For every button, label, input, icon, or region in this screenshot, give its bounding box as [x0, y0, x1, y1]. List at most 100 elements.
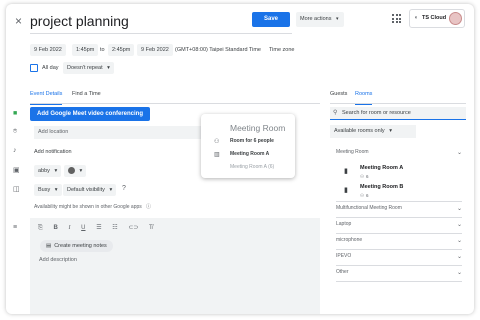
bell-icon: ♪	[13, 147, 17, 154]
room-item[interactable]: ▮ Meeting Room A ⚇ 6	[336, 164, 462, 182]
bulleted-list-icon[interactable]: ☷	[112, 225, 117, 231]
start-date-field[interactable]: 9 Feb 2022	[30, 44, 66, 56]
save-button[interactable]: Save	[252, 12, 290, 27]
help-icon[interactable]: ?	[122, 185, 126, 192]
room-category[interactable]: Multifunctional Meeting Room ⌄	[336, 205, 462, 212]
description-editor[interactable]: ⎘ B I U ☰ ☷ ⊂⊃ T̸ ▤ Create meeting notes …	[30, 218, 320, 314]
building-icon: ▮	[344, 168, 348, 175]
event-editor-window: × project planning Save More actions ▾ ◖…	[6, 4, 474, 314]
room-category[interactable]: Other ⌄	[336, 269, 462, 276]
tooltip-room-detail: Meeting Room A (6)	[230, 164, 275, 170]
chevron-down-icon: ▾	[54, 187, 58, 193]
room-category-label: Other	[336, 269, 349, 275]
timezone-label: (GMT+08:00) Taipei Standard Time	[175, 47, 261, 53]
end-time-field[interactable]: 2:45pm	[108, 44, 135, 56]
google-meet-icon: ■	[13, 110, 18, 117]
tooltip-room-name: Meeting Room A	[230, 151, 270, 157]
chevron-down-icon: ▾	[54, 168, 58, 174]
rooms-filter-value: Available rooms only	[334, 128, 385, 134]
people-icon: ⚇	[360, 193, 365, 198]
repeat-dropdown[interactable]: Doesn't repeat ▾	[63, 62, 114, 74]
room-group-meeting-room[interactable]: Meeting Room ⌄	[336, 149, 462, 156]
rooms-divider	[336, 217, 462, 218]
ts-logo-icon: ◖	[414, 15, 418, 21]
repeat-value: Doesn't repeat	[67, 65, 103, 71]
room-category-label: Multifunctional Meeting Room	[336, 205, 402, 211]
help-icon[interactable]: ⓘ	[146, 203, 151, 210]
room-category-label: IPEVO	[336, 253, 352, 259]
room-group-label: Meeting Room	[336, 149, 369, 155]
room-category[interactable]: Laptop ⌄	[336, 221, 462, 228]
chevron-down-icon: ⌄	[456, 270, 462, 276]
description-placeholder: Add description	[39, 257, 77, 263]
room-name: Meeting Room B	[360, 184, 404, 190]
availability-value: Busy	[38, 187, 51, 193]
tabs-divider	[30, 103, 320, 104]
people-icon: ⚇	[360, 174, 365, 179]
formatting-toolbar: ⎘ B I U ☰ ☷ ⊂⊃ T̸	[38, 224, 153, 232]
people-icon: ⚇	[214, 139, 220, 145]
bold-icon[interactable]: B	[53, 225, 57, 231]
chevron-down-icon: ⌄	[456, 206, 462, 212]
chevron-down-icon: ⌄	[456, 254, 462, 260]
underline-icon[interactable]: U	[81, 225, 85, 231]
account-chip[interactable]: ◖ TS Cloud	[409, 9, 465, 28]
more-actions-button[interactable]: More actions ▾	[296, 12, 344, 27]
search-icon: ⚲	[333, 110, 338, 116]
apps-grid-icon[interactable]	[392, 14, 401, 23]
calendar-color-dropdown[interactable]: ▾	[64, 165, 87, 177]
room-category[interactable]: microphone ⌄	[336, 237, 462, 244]
rooms-divider	[336, 249, 462, 250]
room-info-tooltip: Meeting Room ⚇ Room for 6 people ▥ Meeti…	[201, 114, 295, 178]
italic-icon[interactable]: I	[69, 225, 71, 231]
numbered-list-icon[interactable]: ☰	[96, 225, 101, 231]
room-capacity: 6	[366, 193, 369, 198]
room-name: Meeting Room A	[360, 165, 404, 171]
room-category-label: microphone	[336, 237, 363, 243]
create-meeting-notes-button[interactable]: ▤ Create meeting notes	[40, 240, 113, 252]
visibility-value: Default visibility	[67, 187, 105, 193]
create-meeting-notes-label: Create meeting notes	[54, 243, 107, 249]
remove-formatting-icon[interactable]: T̸	[149, 225, 153, 231]
add-notification-link[interactable]: Add notification	[34, 146, 72, 158]
all-day-label: All day	[42, 65, 59, 71]
chevron-down-icon: ⌄	[456, 238, 462, 244]
room-item[interactable]: ▮ Meeting Room B ⚇ 6	[336, 183, 462, 201]
account-name: TS Cloud	[422, 15, 447, 21]
tab-guests[interactable]: Guests	[330, 88, 347, 100]
chevron-down-icon: ▾	[79, 168, 83, 174]
room-category-label: Laptop	[336, 221, 352, 227]
rooms-tabs-divider	[330, 103, 466, 104]
rooms-divider	[336, 233, 462, 234]
visibility-dropdown[interactable]: Default visibility ▾	[63, 184, 117, 196]
attachment-icon[interactable]: ⎘	[38, 225, 43, 231]
availability-dropdown[interactable]: Busy ▾	[34, 184, 62, 196]
location-input[interactable]: Add location	[34, 126, 206, 139]
room-search-input[interactable]: Search for room or resource	[330, 107, 466, 120]
building-icon: ▥	[214, 152, 220, 158]
close-icon[interactable]: ×	[15, 14, 22, 28]
add-google-meet-button[interactable]: Add Google Meet video conferencing	[30, 107, 150, 121]
all-day-checkbox[interactable]	[30, 64, 38, 72]
tab-find-a-time[interactable]: Find a Time	[72, 88, 101, 100]
calendar-owner-dropdown[interactable]: abby ▾	[34, 165, 62, 177]
room-category[interactable]: IPEVO ⌄	[336, 253, 462, 260]
chevron-down-icon: ▾	[107, 65, 110, 71]
rooms-divider	[336, 265, 462, 266]
rooms-filter-dropdown[interactable]: Available rooms only ▾	[330, 125, 416, 138]
chevron-down-icon: ⌄	[456, 150, 462, 156]
tooltip-capacity: Room for 6 people	[230, 138, 274, 144]
room-capacity: 6	[366, 174, 369, 179]
start-time-field[interactable]: 1:45pm	[72, 44, 99, 56]
timezone-button[interactable]: Time zone	[269, 44, 294, 56]
more-actions-label: More actions	[300, 16, 332, 22]
briefcase-icon: ◫	[13, 186, 20, 193]
end-date-field[interactable]: 9 Feb 2022	[137, 44, 173, 56]
calendar-icon: ▣	[13, 167, 20, 174]
chevron-down-icon: ▾	[389, 128, 392, 134]
calendar-owner-value: abby	[38, 168, 50, 174]
color-dot-icon	[68, 167, 75, 175]
link-icon[interactable]: ⊂⊃	[128, 225, 138, 231]
availability-note: Availability might be shown in other Goo…	[34, 204, 142, 210]
chevron-down-icon: ▾	[109, 187, 113, 193]
